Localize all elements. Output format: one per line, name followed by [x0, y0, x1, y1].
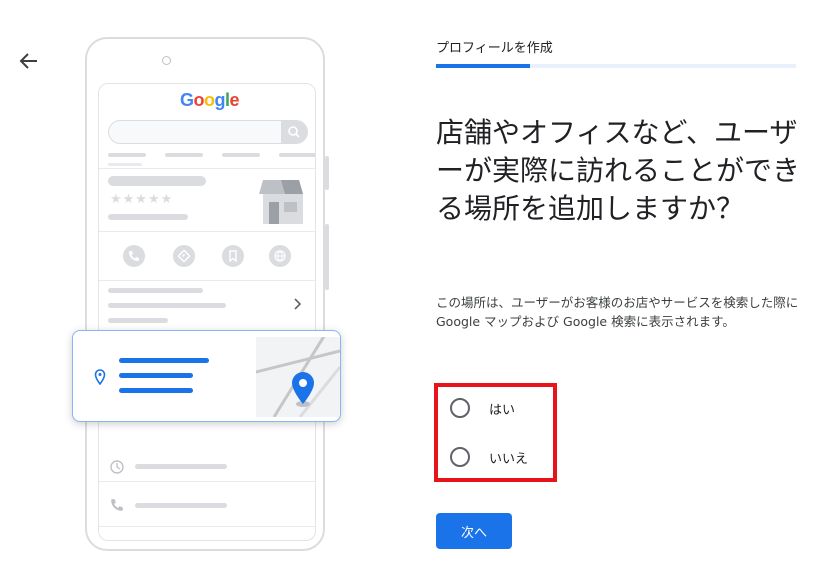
globe-icon: [274, 250, 286, 262]
divider: [99, 526, 315, 527]
map-pin-icon: [292, 372, 314, 407]
clock-icon: [110, 460, 124, 474]
next-button[interactable]: 次へ: [436, 513, 512, 549]
text-placeholder: [108, 288, 203, 293]
text-placeholder: [135, 503, 227, 508]
phone-side-button: [325, 224, 329, 290]
phone-icon: [129, 251, 139, 261]
storefront-icon: [259, 180, 303, 224]
chevron-right-icon: [294, 298, 301, 310]
bookmark-icon: [229, 250, 237, 262]
website-action-illustration: [269, 245, 291, 267]
map-thumbnail: [251, 332, 340, 418]
logo-letter: g: [214, 90, 226, 110]
tab-placeholder: [165, 153, 203, 157]
rating-stars: ★★★★★: [110, 192, 174, 207]
option-no-label: いいえ: [489, 451, 529, 467]
text-placeholder: [108, 303, 226, 308]
tab-placeholder: [108, 153, 146, 157]
address-line-placeholder: [119, 373, 193, 378]
business-name-placeholder: [108, 176, 206, 186]
radio-no[interactable]: [450, 447, 470, 467]
address-line-placeholder: [119, 388, 193, 393]
business-category-placeholder: [108, 214, 188, 220]
option-yes-label: はい: [489, 402, 516, 418]
divider: [99, 481, 315, 482]
call-action-illustration: [123, 245, 145, 267]
step-label: プロフィールを作成: [436, 41, 553, 56]
search-icon: [288, 126, 300, 138]
logo-letter: o: [193, 90, 205, 110]
directions-icon: [178, 250, 190, 262]
question-description: この場所は、ユーザーがお客様のお店やサービスを検索した際に Google マップ…: [436, 295, 799, 329]
address-line-placeholder: [119, 358, 209, 363]
location-card-illustration: [72, 330, 341, 422]
google-logo: Google: [180, 90, 240, 111]
phone-side-button: [325, 156, 329, 190]
progress-fill: [436, 64, 530, 68]
location-pin-icon: [94, 369, 106, 385]
phone-illustration: Google ★★★★★: [85, 37, 329, 551]
tab-placeholder: [222, 153, 260, 157]
progress-bar: [436, 64, 796, 68]
tab-placeholder: [108, 163, 142, 166]
option-no[interactable]: いいえ: [450, 445, 528, 469]
logo-letter: o: [204, 90, 215, 110]
directions-action-illustration: [173, 245, 195, 267]
question-heading: 店舗やオフィスなど、ユーザーが実際に訪れることができる場所を追加しますか？: [436, 116, 801, 225]
search-button-illustration: [281, 121, 307, 143]
phone-camera: [162, 56, 171, 65]
text-placeholder: [135, 464, 227, 469]
divider: [99, 168, 315, 169]
logo-letter: G: [180, 90, 194, 110]
tab-placeholder: [279, 153, 315, 157]
phone-screen: Google ★★★★★: [98, 83, 316, 541]
logo-letter: e: [229, 90, 240, 110]
option-yes[interactable]: はい: [450, 396, 515, 420]
search-bar-illustration: [108, 120, 308, 144]
phone-icon: [111, 499, 123, 511]
divider: [99, 280, 315, 281]
divider: [99, 231, 315, 232]
radio-yes[interactable]: [450, 398, 470, 418]
arrow-left-icon: [19, 53, 37, 69]
text-placeholder: [108, 318, 168, 323]
save-action-illustration: [222, 245, 244, 267]
back-button[interactable]: [17, 49, 41, 73]
